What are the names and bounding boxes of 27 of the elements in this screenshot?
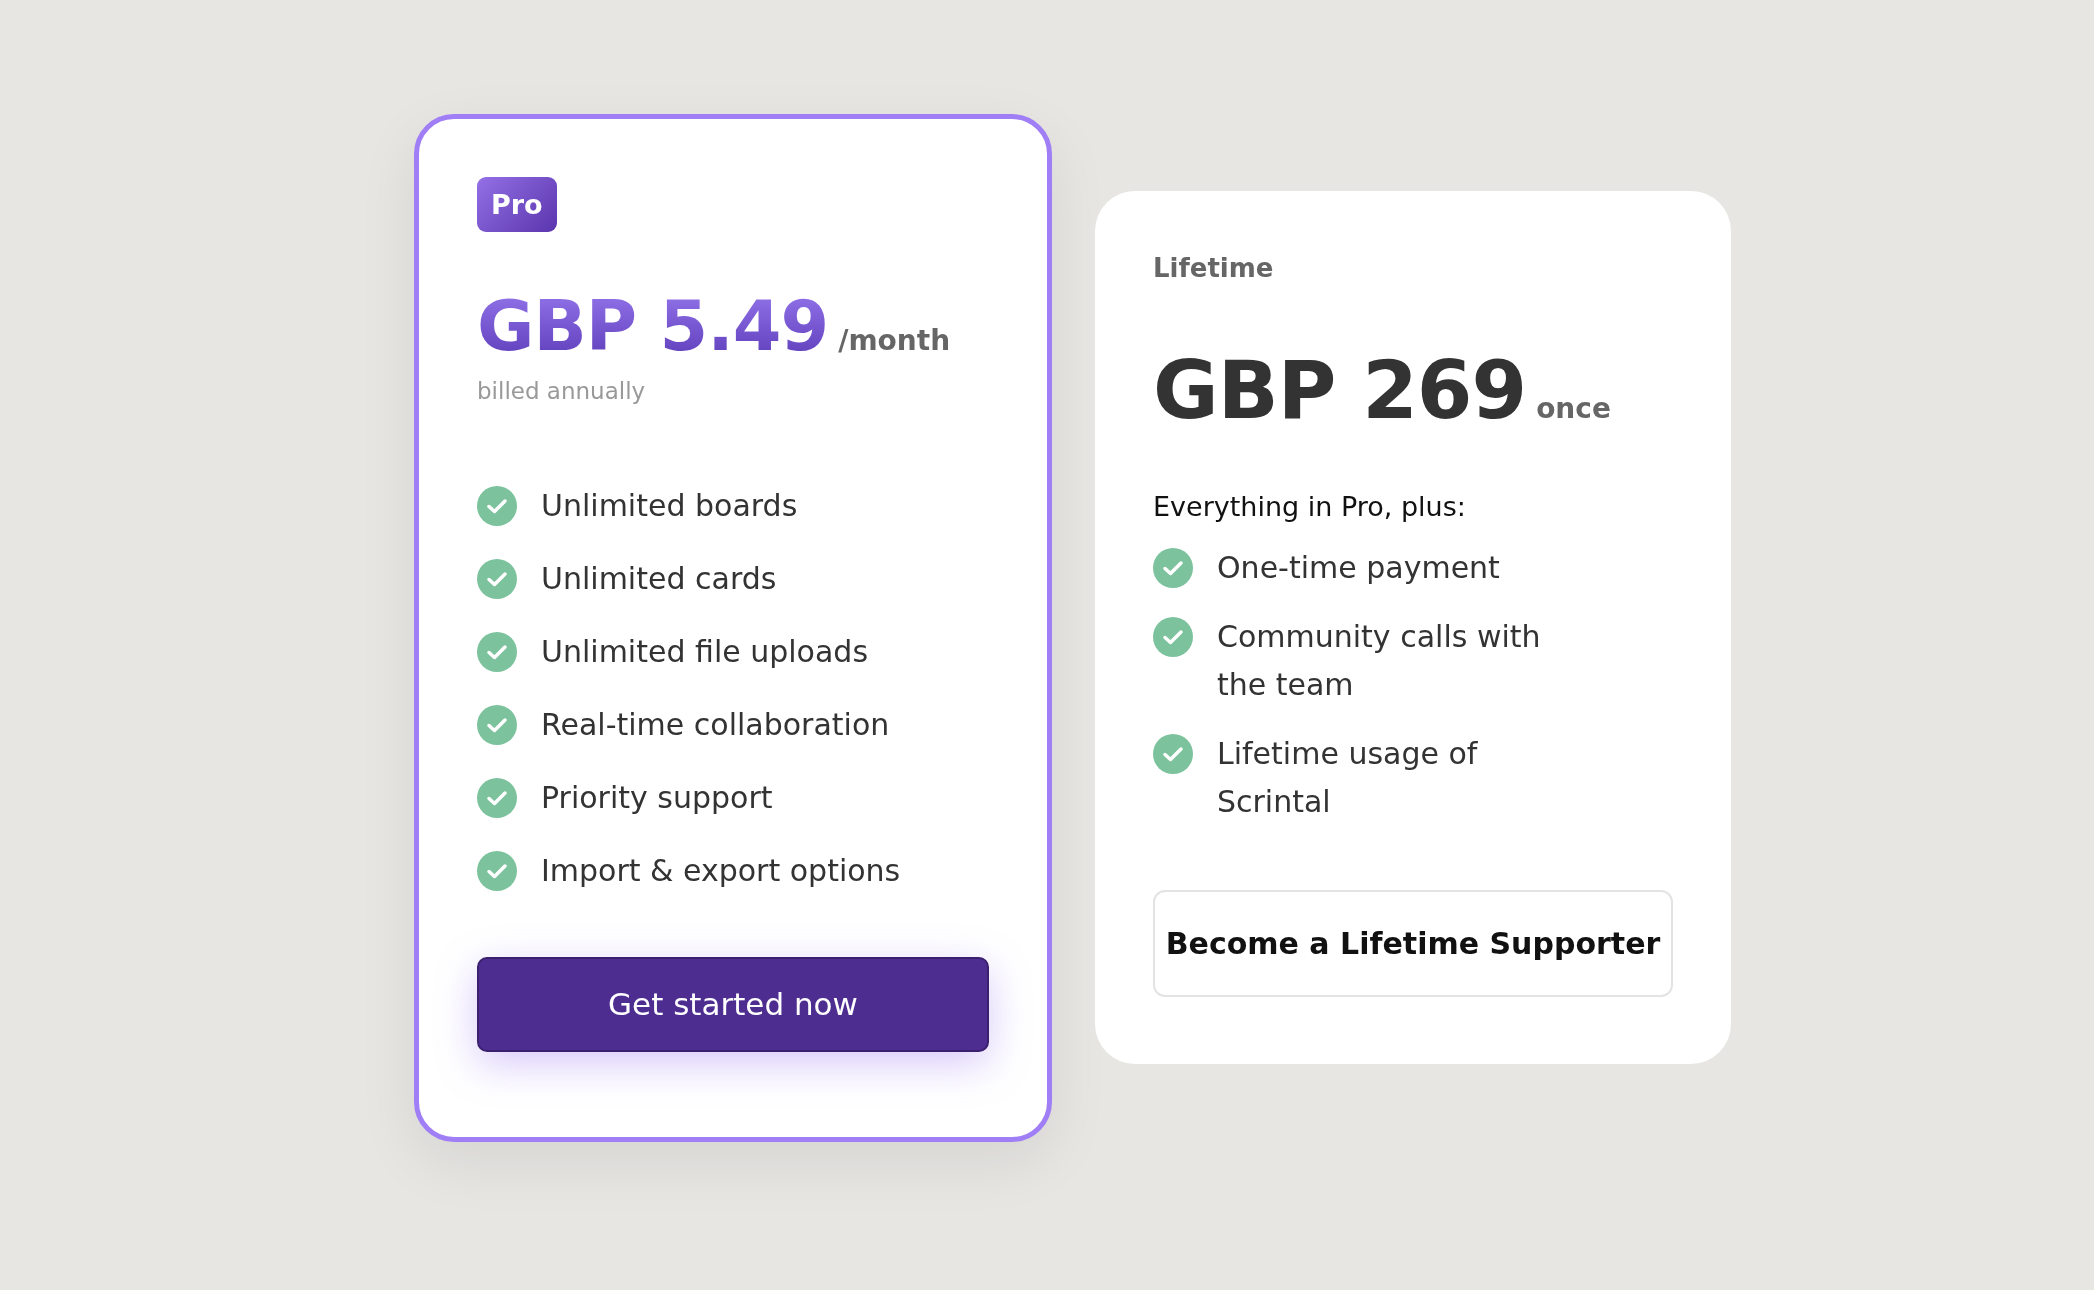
- price-period: once: [1536, 392, 1611, 425]
- features-intro: Everything in Pro, plus:: [1153, 491, 1466, 522]
- check-icon: [477, 558, 517, 599]
- plan-badge: Pro: [477, 177, 557, 232]
- feature-text: Unlimited cards: [541, 559, 777, 598]
- feature-text: Unlimited boards: [541, 486, 798, 525]
- feature-text: Unlimited file uploads: [541, 632, 869, 671]
- check-icon: [477, 485, 517, 526]
- check-icon: [1153, 548, 1193, 588]
- check-icon: [477, 704, 517, 745]
- feature-text: Import & export options: [541, 851, 901, 890]
- feature-text: Lifetime usage of Scrintal: [1217, 735, 1479, 821]
- plan-name: Lifetime: [1153, 253, 1274, 283]
- check-icon: [1153, 617, 1193, 657]
- feature-text: Priority support: [541, 778, 773, 817]
- check-icon: [477, 850, 517, 891]
- feature-text: Community calls with the team: [1217, 618, 1542, 704]
- price: GBP 269: [1153, 349, 1527, 433]
- lifetime-supporter-button[interactable]: Become a Lifetime Supporter: [1153, 890, 1673, 997]
- check-icon: [477, 777, 517, 818]
- check-icon: [477, 631, 517, 672]
- billing-note: billed annually: [477, 377, 646, 404]
- feature-text: Real-time collaboration: [541, 705, 890, 744]
- price-period: /month: [838, 324, 951, 357]
- get-started-button[interactable]: Get started now: [477, 956, 989, 1052]
- feature-text: One-time payment: [1217, 549, 1500, 587]
- check-icon: [1153, 734, 1193, 774]
